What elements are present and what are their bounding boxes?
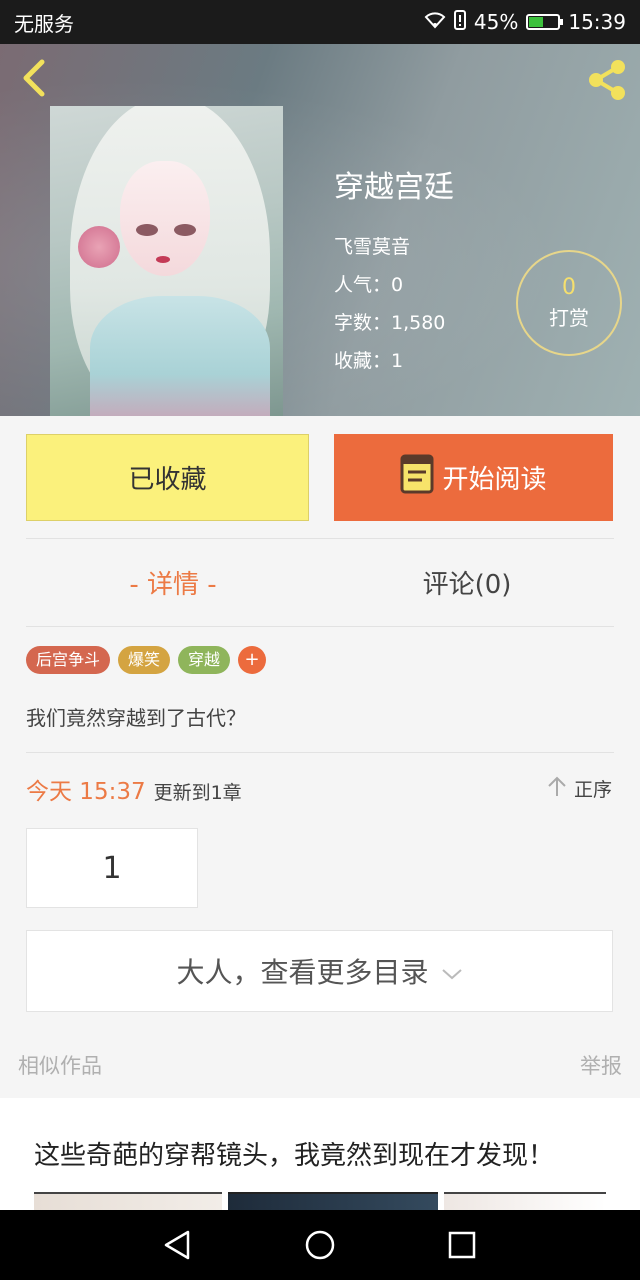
tab-detail[interactable]: - 详情 - bbox=[26, 560, 320, 610]
favorited-button[interactable]: 已收藏 bbox=[26, 434, 309, 521]
sort-label: 正序 bbox=[573, 779, 612, 801]
nav-home-button[interactable] bbox=[302, 1227, 338, 1263]
update-info: 今天 15:37 更新到1章 bbox=[26, 772, 242, 806]
back-button[interactable] bbox=[14, 56, 54, 100]
divider bbox=[26, 538, 614, 539]
more-toc-label: 大人，查看更多目录 bbox=[176, 956, 429, 989]
chevron-down-icon bbox=[441, 955, 463, 988]
book-author: 飞雪莫音 bbox=[334, 236, 411, 258]
nav-back-button[interactable] bbox=[160, 1227, 196, 1263]
share-button[interactable] bbox=[582, 56, 630, 104]
clock: 15:39 bbox=[568, 10, 626, 34]
tag-item[interactable]: 后宫争斗 bbox=[26, 646, 111, 674]
divider bbox=[26, 752, 614, 753]
book-popularity: 人气：0 bbox=[334, 274, 404, 296]
book-title: 穿越宫廷 bbox=[334, 170, 454, 205]
triangle-back-icon bbox=[164, 1230, 190, 1260]
tag-item[interactable]: 爆笑 bbox=[118, 646, 171, 674]
sort-toggle[interactable]: 正序 bbox=[546, 774, 612, 803]
chapter-number: 1 bbox=[102, 850, 122, 886]
favorited-label: 已收藏 bbox=[128, 465, 207, 495]
book-icon bbox=[400, 454, 434, 501]
book-word-count: 字数：1,580 bbox=[334, 312, 446, 334]
divider bbox=[26, 626, 614, 627]
ad-thumbnail[interactable] bbox=[34, 1192, 222, 1210]
ad-title[interactable]: 这些奇葩的穿帮镜头，我竟然到现在才发现！ bbox=[34, 1135, 554, 1172]
tag-item[interactable]: 穿越 bbox=[178, 646, 231, 674]
tab-comments[interactable]: 评论(0) bbox=[320, 560, 614, 610]
wifi-icon bbox=[424, 10, 446, 34]
tag-list: 后宫争斗 爆笑 穿越 + bbox=[26, 646, 267, 674]
ad-thumbnail[interactable] bbox=[444, 1192, 606, 1210]
book-header: 穿越宫廷 飞雪莫音 人气：0 字数：1,580 收藏：1 0 打赏 bbox=[0, 44, 640, 416]
start-reading-button[interactable]: 开始阅读 bbox=[334, 434, 613, 521]
share-icon bbox=[589, 60, 625, 100]
chevron-left-icon bbox=[23, 59, 45, 97]
carrier-label: 无服务 bbox=[14, 11, 74, 36]
add-tag-button[interactable]: + bbox=[238, 646, 267, 674]
similar-works-label: 相似作品 bbox=[18, 1054, 102, 1078]
status-bar: 无服务 45% 15:39 bbox=[0, 0, 640, 44]
reward-label: 打赏 bbox=[549, 306, 589, 330]
reward-count: 0 bbox=[562, 275, 576, 300]
book-info: 穿越宫廷 飞雪莫音 人气：0 字数：1,580 收藏：1 bbox=[334, 162, 454, 380]
battery-percent: 45% bbox=[473, 10, 519, 34]
book-favorites: 收藏：1 bbox=[334, 350, 404, 372]
update-chapters: 更新到1章 bbox=[153, 782, 242, 804]
reward-button[interactable]: 0 打赏 bbox=[516, 250, 622, 356]
chapter-item[interactable]: 1 bbox=[26, 828, 198, 908]
square-recents-icon bbox=[448, 1231, 476, 1259]
start-reading-label: 开始阅读 bbox=[442, 465, 547, 495]
nav-recents-button[interactable] bbox=[444, 1227, 480, 1263]
system-nav-bar bbox=[0, 1210, 640, 1280]
book-cover-image bbox=[50, 106, 283, 416]
update-time: 今天 15:37 bbox=[26, 779, 146, 805]
battery-icon bbox=[526, 14, 564, 30]
more-toc-button[interactable]: 大人，查看更多目录 bbox=[26, 930, 613, 1012]
circle-home-icon bbox=[305, 1230, 335, 1260]
arrow-up-icon bbox=[546, 774, 568, 803]
alert-icon bbox=[453, 9, 466, 35]
book-description: 我们竟然穿越到了古代？ bbox=[26, 706, 246, 730]
ad-thumbnail[interactable] bbox=[228, 1192, 438, 1210]
report-button[interactable]: 举报 bbox=[580, 1050, 622, 1080]
